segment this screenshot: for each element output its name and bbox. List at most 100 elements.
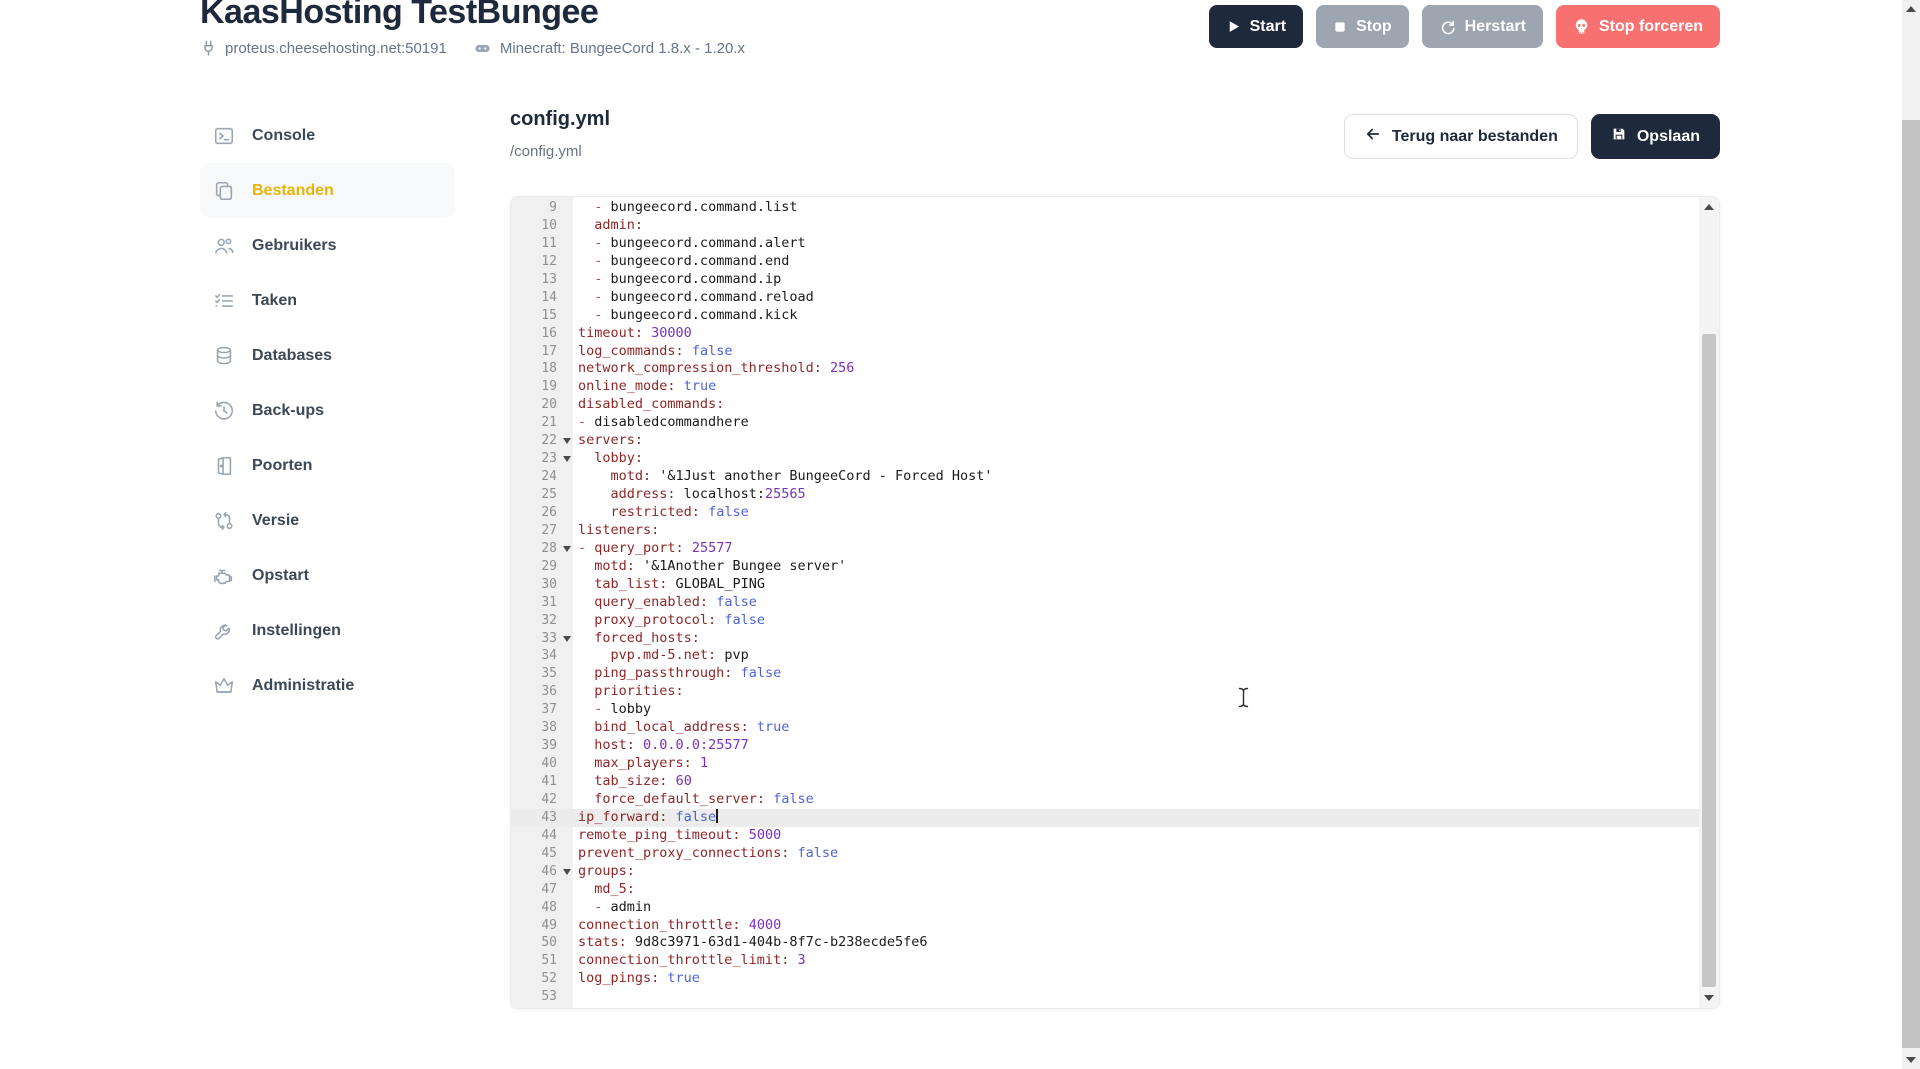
code-line-42[interactable]: 42 force_default_server: false — [511, 791, 1699, 809]
code-line-36[interactable]: 36 priorities: — [511, 683, 1699, 701]
page-scrollbar[interactable] — [1902, 0, 1920, 1069]
line-number: 15 — [541, 307, 557, 323]
code-line-53[interactable]: 53 — [511, 988, 1699, 1006]
code-line-34[interactable]: 34 pvp.md-5.net: pvp — [511, 647, 1699, 665]
code-line-45[interactable]: 45 prevent_proxy_connections: false — [511, 845, 1699, 863]
code-line-48[interactable]: 48 - admin — [511, 899, 1699, 917]
sidebar-item-console[interactable]: Console — [200, 108, 455, 163]
file-actions: Terug naar bestanden Opslaan — [1343, 114, 1720, 159]
code-line-22[interactable]: 22 servers: — [511, 432, 1699, 450]
scroll-down-icon[interactable] — [1704, 995, 1714, 1001]
code-line-29[interactable]: 29 motd: '&1Another Bungee server' — [511, 558, 1699, 576]
fold-arrow-icon[interactable] — [563, 438, 571, 445]
sidebar-item-poorten[interactable]: Poorten — [200, 438, 455, 493]
fold-arrow-icon[interactable] — [563, 635, 571, 642]
code-line-17[interactable]: 17 log_commands: false — [511, 343, 1699, 361]
stop-button[interactable]: Stop — [1316, 5, 1409, 48]
page-scroll-up-icon[interactable] — [1906, 6, 1916, 12]
code-line-43[interactable]: 43 ip_forward: false — [511, 808, 1699, 827]
editor-scrollbar-thumb[interactable] — [1702, 334, 1716, 987]
scroll-up-icon[interactable] — [1704, 204, 1714, 210]
code-line-33[interactable]: 33 forced_hosts: — [511, 630, 1699, 648]
code-text: log_commands: false — [578, 342, 733, 359]
code-line-37[interactable]: 37 - lobby — [511, 701, 1699, 719]
code-line-11[interactable]: 11 - bungeecord.command.alert — [511, 235, 1699, 253]
code-line-50[interactable]: 50 stats: 9d8c3971-63d1-404b-8f7c-b238ecd… — [511, 934, 1699, 952]
code-text: network_compression_threshold: 256 — [578, 360, 855, 377]
code-line-26[interactable]: 26 restricted: false — [511, 504, 1699, 522]
code-line-18[interactable]: 18 network_compression_threshold: 256 — [511, 360, 1699, 378]
line-number: 34 — [541, 648, 557, 664]
code-line-23[interactable]: 23 lobby: — [511, 450, 1699, 468]
sidebar-item-back-ups[interactable]: Back-ups — [200, 383, 455, 438]
code-line-28[interactable]: 28 - query_port: 25577 — [511, 540, 1699, 558]
line-number: 53 — [541, 989, 557, 1005]
sidebar-item-taken[interactable]: Taken — [200, 273, 455, 328]
code-line-41[interactable]: 41 tab_size: 60 — [511, 773, 1699, 791]
code-line-15[interactable]: 15 - bungeecord.command.kick — [511, 307, 1699, 325]
fold-arrow-icon[interactable] — [563, 868, 571, 875]
code-line-44[interactable]: 44 remote_ping_timeout: 5000 — [511, 827, 1699, 845]
start-button[interactable]: Start — [1208, 5, 1304, 48]
code-line-13[interactable]: 13 - bungeecord.command.ip — [511, 271, 1699, 289]
code-line-49[interactable]: 49 connection_throttle: 4000 — [511, 917, 1699, 935]
sidebar-item-databases[interactable]: Databases — [200, 328, 455, 383]
back-to-files-button[interactable]: Terug naar bestanden — [1343, 114, 1578, 159]
code-text: remote_ping_timeout: 5000 — [578, 826, 782, 843]
code-line-32[interactable]: 32 proxy_protocol: false — [511, 612, 1699, 630]
code-line-38[interactable]: 38 bind_local_address: true — [511, 719, 1699, 737]
line-number: 48 — [541, 899, 557, 915]
code-line-35[interactable]: 35 ping_passthrough: false — [511, 665, 1699, 683]
code-line-14[interactable]: 14 - bungeecord.command.reload — [511, 289, 1699, 307]
code-line-24[interactable]: 24 motd: '&1Just another BungeeCord - Fo… — [511, 468, 1699, 486]
line-number: 10 — [541, 217, 557, 233]
code-line-19[interactable]: 19 online_mode: true — [511, 378, 1699, 396]
code-line-46[interactable]: 46 groups: — [511, 863, 1699, 881]
sidebar-item-versie[interactable]: Versie — [200, 493, 455, 548]
save-button[interactable]: Opslaan — [1590, 114, 1720, 159]
editor-scrollbar[interactable] — [1699, 197, 1719, 1008]
code-line-51[interactable]: 51 connection_throttle_limit: 3 — [511, 952, 1699, 970]
server-title: KaasHosting TestBungee — [200, 0, 599, 31]
code-line-16[interactable]: 16 timeout: 30000 — [511, 325, 1699, 343]
server-header: KaasHosting TestBungee proteus.cheesehos… — [200, 0, 745, 57]
code-line-27[interactable]: 27 listeners: — [511, 522, 1699, 540]
sidebar-item-gebruikers[interactable]: Gebruikers — [200, 218, 455, 273]
sidebar-item-opstart[interactable]: Opstart — [200, 548, 455, 603]
line-number: 12 — [541, 253, 557, 269]
line-number: 47 — [541, 881, 557, 897]
server-meta: proteus.cheesehosting.net:50191 Minecraf… — [200, 40, 745, 57]
line-number: 30 — [541, 576, 557, 592]
code-line-9[interactable]: 9 - bungeecord.command.list — [511, 199, 1699, 217]
gamepad-icon — [473, 40, 492, 57]
page-scroll-down-icon[interactable] — [1906, 1057, 1916, 1063]
sidebar-item-bestanden[interactable]: Bestanden — [200, 163, 455, 218]
code-editor[interactable]: 9 - bungeecord.command.list 10 admin: 11 -… — [510, 196, 1720, 1009]
code-line-31[interactable]: 31 query_enabled: false — [511, 594, 1699, 612]
code-line-20[interactable]: 20 disabled_commands: — [511, 396, 1699, 414]
sidebar-item-label: Versie — [252, 511, 300, 529]
force-stop-button[interactable]: Stop forceren — [1555, 5, 1720, 48]
code-line-12[interactable]: 12 - bungeecord.command.end — [511, 253, 1699, 271]
code-line-47[interactable]: 47 md_5: — [511, 881, 1699, 899]
code-line-40[interactable]: 40 max_players: 1 — [511, 755, 1699, 773]
code-line-30[interactable]: 30 tab_list: GLOBAL_PING — [511, 576, 1699, 594]
sidebar-item-label: Instellingen — [252, 621, 341, 639]
restart-button[interactable]: Herstart — [1421, 5, 1543, 48]
sidebar-item-instellingen[interactable]: Instellingen — [200, 603, 455, 658]
code-line-10[interactable]: 10 admin: — [511, 217, 1699, 235]
save-icon — [1611, 126, 1627, 147]
fold-arrow-icon[interactable] — [563, 456, 571, 463]
code-line-21[interactable]: 21 - disabledcommandhere — [511, 414, 1699, 432]
sidebar-item-administratie[interactable]: Administratie — [200, 658, 455, 713]
code-line-39[interactable]: 39 host: 0.0.0.0:25577 — [511, 737, 1699, 755]
line-number: 39 — [541, 738, 557, 754]
code-line-52[interactable]: 52 log_pings: true — [511, 970, 1699, 988]
fold-arrow-icon[interactable] — [563, 545, 571, 552]
page-scrollbar-thumb[interactable] — [1902, 120, 1920, 1048]
line-number: 42 — [541, 791, 557, 807]
code-line-25[interactable]: 25 address: localhost:25565 — [511, 486, 1699, 504]
play-icon — [1226, 19, 1241, 34]
sidebar-item-label: Console — [252, 126, 316, 144]
text-caret — [716, 808, 718, 823]
